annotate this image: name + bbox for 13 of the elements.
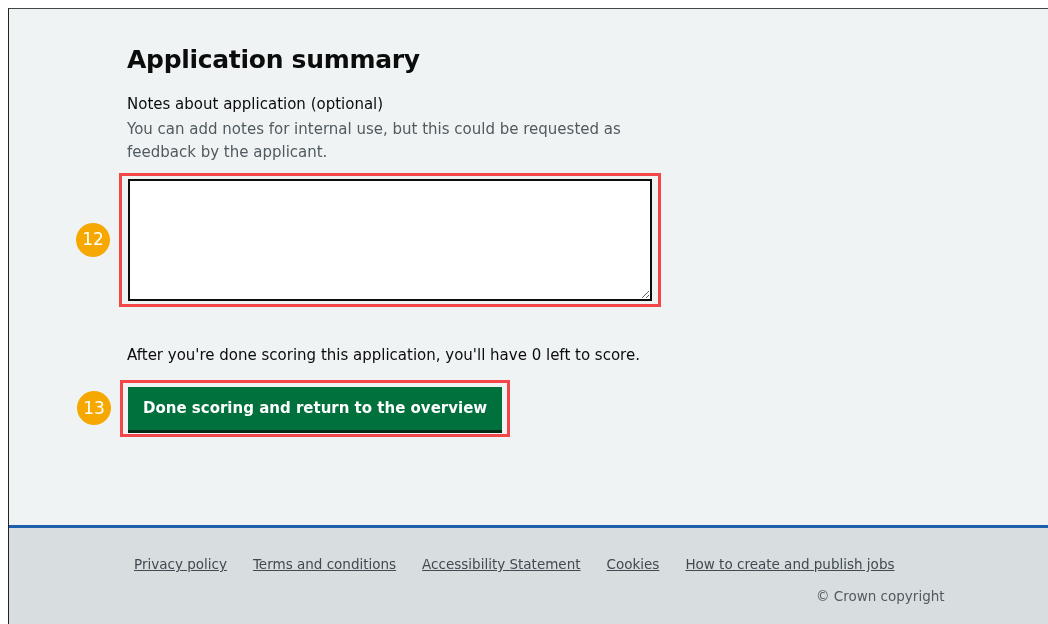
footer-link[interactable]: Accessibility Statement (422, 554, 581, 575)
step-badge: 13 (77, 391, 111, 426)
remaining-message: After you're done scoring this application, you'll have 0 left to score. (127, 344, 641, 366)
copyright-text: © Crown copyright (816, 587, 945, 607)
footer-link[interactable]: Terms and conditions (252, 554, 397, 575)
step-badge: 12 (76, 222, 110, 257)
footer-link[interactable]: Cookies (606, 554, 660, 575)
page-heading: Application summary (127, 45, 421, 75)
footer-link[interactable]: How to create and publish jobs (685, 554, 895, 575)
footer-link[interactable]: Privacy policy (134, 554, 227, 575)
field-label: Notes about application (optional) (127, 94, 385, 115)
submit-button[interactable]: Done scoring and return to the overview (128, 387, 503, 430)
field-hint: You can add notes for internal use, but this could be requested as feedback by the applicant. (127, 118, 622, 163)
